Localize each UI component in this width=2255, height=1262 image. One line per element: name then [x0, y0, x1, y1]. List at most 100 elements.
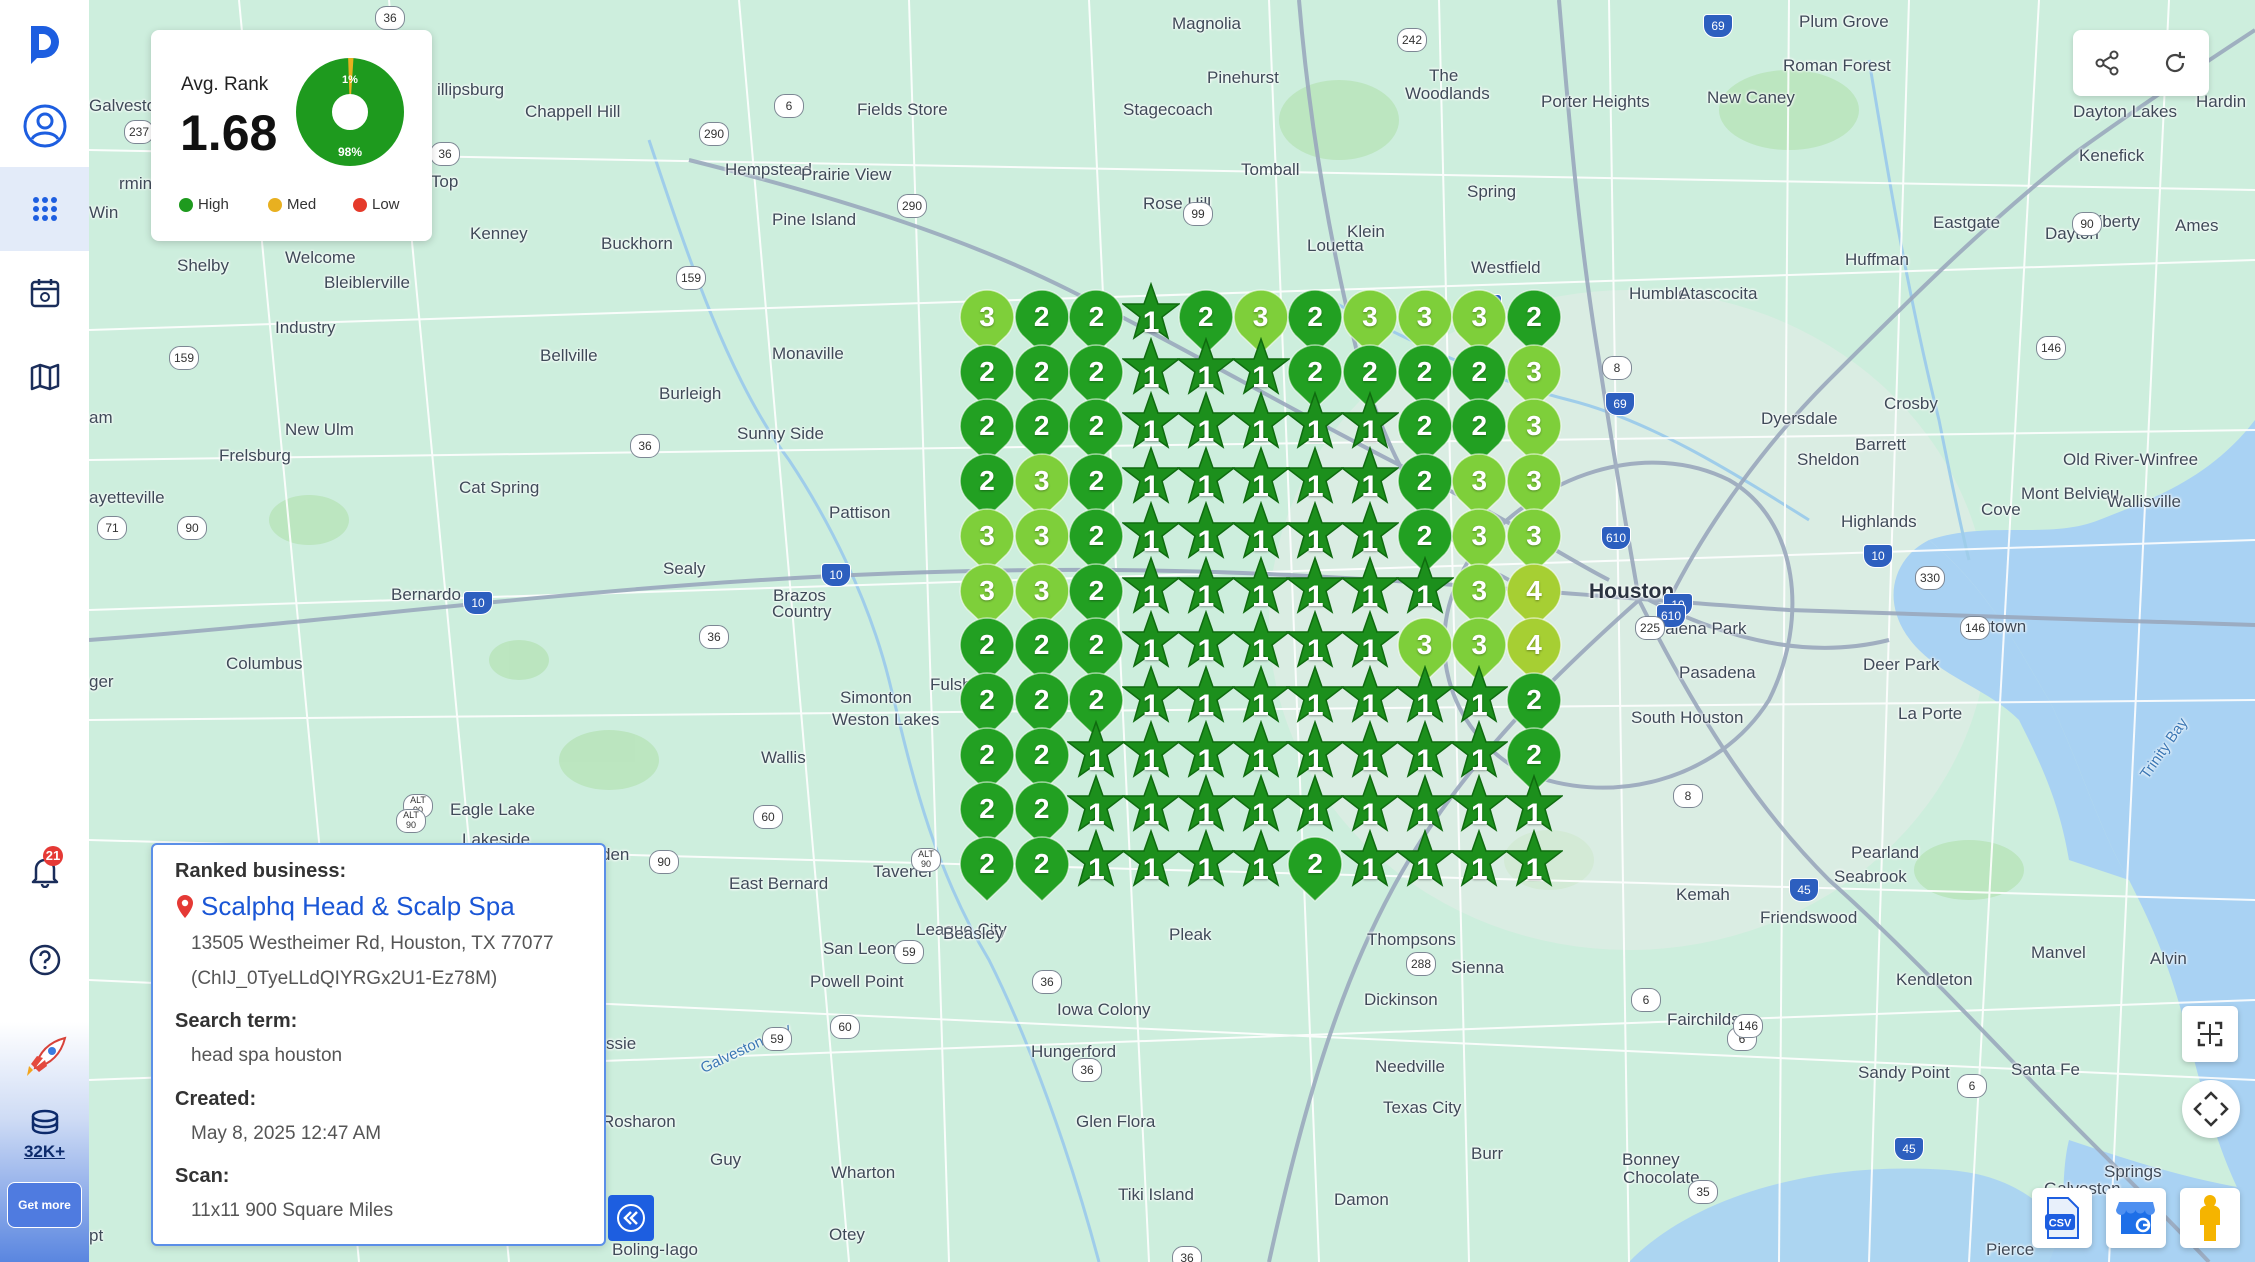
rank-pin[interactable]: 2: [958, 616, 1016, 684]
rank-pin[interactable]: 2: [1396, 397, 1454, 465]
sidebar-item-schedule[interactable]: [0, 268, 89, 318]
google-business-icon: [2116, 1202, 2155, 1234]
rank-pin[interactable]: 3: [1013, 507, 1071, 574]
street-view-button[interactable]: [2180, 1188, 2240, 1248]
rank-pin[interactable]: 3: [1505, 507, 1563, 574]
sidebar-item-maps[interactable]: [0, 352, 89, 402]
credits-count[interactable]: 32K+: [0, 1142, 89, 1162]
rank-pin[interactable]: 2: [1067, 343, 1125, 410]
rank-pin[interactable]: 1: [1395, 829, 1454, 893]
sidebar-item-help[interactable]: [0, 935, 89, 985]
rank-pin[interactable]: 3: [1505, 397, 1563, 465]
rank-pin[interactable]: 2: [1013, 397, 1071, 465]
rank-pin[interactable]: 2: [1013, 726, 1071, 793]
rank-pin[interactable]: 3: [1396, 288, 1454, 356]
rank-pin-label: 3: [1526, 465, 1542, 497]
coins-icon: [31, 1109, 58, 1135]
rank-pin[interactable]: 3: [1341, 288, 1399, 356]
logo-icon: [30, 26, 59, 64]
refresh-icon[interactable]: [2161, 49, 2189, 77]
rank-pin[interactable]: 1: [1450, 829, 1509, 893]
rank-pin[interactable]: 3: [958, 288, 1016, 356]
rank-pin[interactable]: 2: [958, 835, 1016, 903]
rank-pin[interactable]: 3: [1450, 452, 1508, 520]
rank-pin[interactable]: 1: [1067, 829, 1126, 893]
sidebar-item-notifications[interactable]: 21: [0, 846, 89, 896]
rank-pin[interactable]: 2: [1013, 288, 1071, 356]
rank-pin[interactable]: 2: [958, 452, 1016, 520]
rank-pin[interactable]: 2: [1286, 288, 1344, 356]
rank-pin[interactable]: 2: [1067, 452, 1125, 520]
rank-pin[interactable]: 2: [1505, 671, 1563, 738]
place-label: Santa Fe: [2011, 1060, 2080, 1079]
rank-pin[interactable]: 1: [1122, 829, 1181, 893]
rank-pin[interactable]: 3: [958, 507, 1016, 574]
place-label: Needville: [1375, 1057, 1445, 1076]
sidebar-item-apps[interactable]: [0, 167, 89, 251]
rank-pin[interactable]: 3: [1505, 452, 1563, 520]
place-label: Kenefick: [2079, 146, 2145, 165]
get-more-button[interactable]: Get more: [7, 1182, 82, 1228]
rank-pin[interactable]: 2: [1013, 671, 1071, 738]
rank-pin[interactable]: 1: [1340, 829, 1399, 893]
rank-pin[interactable]: 1: [1286, 774, 1345, 838]
rank-pin[interactable]: 3: [1450, 562, 1508, 629]
rank-pin[interactable]: 3: [958, 562, 1016, 629]
rank-pin-label: 2: [1088, 355, 1105, 387]
rank-pin[interactable]: 2: [1013, 835, 1071, 903]
rank-pin[interactable]: 2: [958, 780, 1016, 848]
rank-pin[interactable]: 2: [1450, 397, 1508, 465]
share-icon[interactable]: [2093, 49, 2121, 77]
rank-pin[interactable]: 1: [1395, 555, 1454, 620]
place-label: Bleiblerville: [324, 273, 410, 292]
collapse-panel-button[interactable]: [608, 1195, 654, 1241]
google-business-button[interactable]: [2106, 1188, 2166, 1248]
rank-pin[interactable]: 2: [1013, 343, 1071, 410]
sidebar-item-profile[interactable]: [0, 92, 89, 160]
rank-pin[interactable]: 1: [1176, 829, 1235, 893]
rank-pin[interactable]: 2: [958, 726, 1016, 793]
rank-pin[interactable]: 2: [1505, 288, 1563, 356]
rank-pin[interactable]: 3: [1013, 562, 1071, 629]
rank-pin[interactable]: 2: [1067, 562, 1125, 629]
export-csv-button[interactable]: CSV: [2032, 1188, 2092, 1248]
legend-low: Low: [353, 196, 400, 213]
map-actions-toolbar: [2073, 30, 2209, 96]
rank-pin[interactable]: 1: [1231, 829, 1290, 893]
pan-control-button[interactable]: [2182, 1080, 2240, 1138]
rank-pin[interactable]: 2: [1286, 835, 1344, 903]
rank-pin[interactable]: 3: [1505, 343, 1563, 410]
rank-pin[interactable]: 2: [1396, 343, 1454, 410]
place-label: Sunny Side: [737, 424, 824, 443]
rank-pin[interactable]: 2: [958, 671, 1016, 738]
rank-pin[interactable]: 2: [958, 343, 1016, 410]
rank-pin[interactable]: 4: [1505, 616, 1563, 684]
rank-pin[interactable]: 2: [1067, 397, 1125, 465]
business-name-row[interactable]: Scalphq Head & Scalp Spa: [175, 891, 515, 922]
rank-pin[interactable]: 2: [1067, 507, 1125, 574]
rank-pin[interactable]: 3: [1450, 288, 1508, 356]
fullscreen-toggle-button[interactable]: [2182, 1006, 2238, 1062]
rank-pin[interactable]: 2: [1067, 288, 1125, 356]
rank-pin[interactable]: 2: [1013, 780, 1071, 848]
rank-pin[interactable]: 2: [1067, 616, 1125, 684]
place-label: Louetta: [1307, 236, 1364, 255]
business-name-link[interactable]: Scalphq Head & Scalp Spa: [201, 891, 515, 922]
rank-pin-label: 2: [1033, 410, 1050, 442]
place-label: Sheldon: [1797, 450, 1860, 469]
rank-pin[interactable]: 2: [1013, 616, 1071, 684]
sidebar-item-boost[interactable]: [0, 1030, 89, 1086]
rank-pin[interactable]: 3: [1013, 452, 1071, 520]
rank-pin[interactable]: 2: [958, 397, 1016, 465]
highway-shield: 90: [649, 850, 679, 874]
highway-shield: 290: [897, 194, 927, 218]
rank-pin[interactable]: 3: [1450, 507, 1508, 574]
rank-pin[interactable]: 2: [1396, 452, 1454, 520]
rank-pin[interactable]: 2: [1450, 343, 1508, 410]
rank-pin-label: 3: [979, 519, 995, 551]
rank-pin[interactable]: 1: [1505, 829, 1563, 893]
place-label: ayetteville: [89, 488, 165, 507]
app-logo[interactable]: [0, 14, 89, 74]
highway-shield: 146: [1733, 1014, 1763, 1038]
rank-pin[interactable]: 4: [1505, 562, 1563, 629]
